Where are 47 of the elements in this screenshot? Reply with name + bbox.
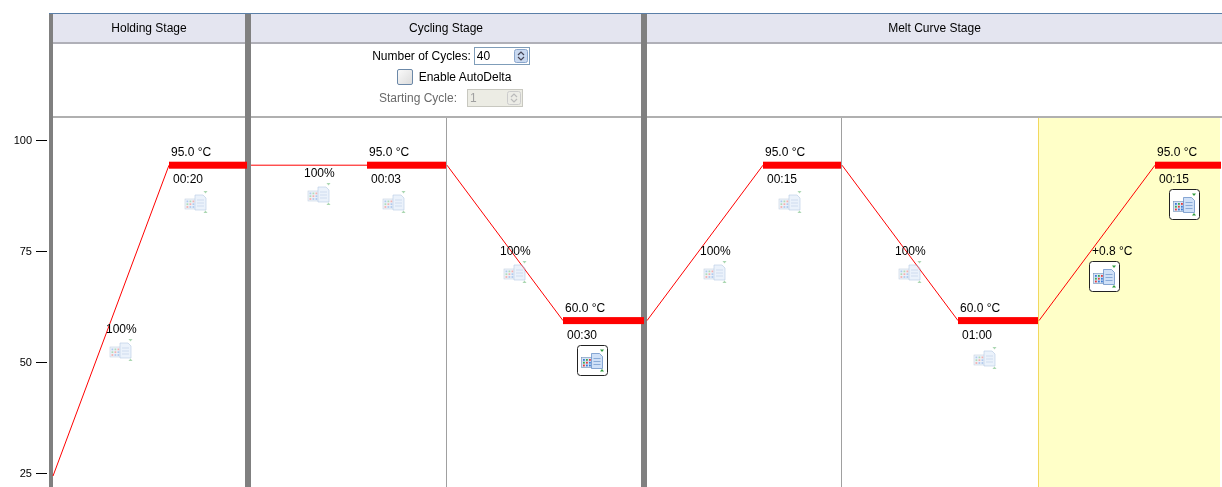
hold-time-label[interactable]: 00:20 [173, 172, 204, 187]
hold-bar[interactable] [958, 317, 1039, 325]
hold-bar[interactable] [563, 317, 644, 325]
hold-bar[interactable] [169, 161, 247, 169]
hold-time-label[interactable]: 00:30 [567, 327, 598, 342]
temperature-label[interactable]: 95.0 °C [1157, 145, 1198, 160]
ramp-rate-label[interactable]: 100% [304, 166, 335, 181]
temperature-label[interactable]: 60.0 °C [960, 300, 1001, 315]
ramp-line[interactable] [646, 164, 764, 322]
temperature-label[interactable]: 95.0 °C [765, 145, 806, 160]
data-collection-icon[interactable] [1089, 260, 1120, 292]
data-collection-icon[interactable] [577, 344, 608, 376]
hold-time-label[interactable]: 01:00 [962, 327, 993, 342]
ramp-line[interactable] [250, 164, 368, 166]
ramp-line[interactable] [841, 164, 959, 322]
checkbox[interactable] [396, 69, 413, 85]
axis-label: 50 [18, 356, 32, 368]
spin-arrows-icon[interactable] [513, 49, 528, 63]
axis-tick [36, 251, 47, 252]
axis-tick [36, 362, 47, 363]
hold-time-label[interactable]: 00:03 [371, 172, 402, 187]
starting-cycle-label: Starting Cycle: [379, 90, 457, 107]
hold-time-label[interactable]: 00:15 [767, 172, 798, 187]
stage-header: Holding Stage [53, 14, 245, 44]
axis-label: 75 [18, 245, 32, 257]
checkbox-label: Enable AutoDelta [418, 69, 512, 86]
data-collection-icon[interactable] [1169, 189, 1200, 221]
ramp-rate-label[interactable]: +0.8 °C [1092, 243, 1133, 258]
stage-header: Cycling Stage [251, 14, 641, 44]
ramp-line[interactable] [52, 164, 170, 477]
axis-label: 25 [18, 467, 32, 479]
ramp-rate-label[interactable]: 100% [700, 243, 731, 258]
hold-bar[interactable] [367, 161, 446, 169]
temperature-label[interactable]: 95.0 °C [369, 145, 410, 160]
step-column[interactable]: +0.8 °C 95.0 °C 00:15 [1038, 118, 1220, 487]
axis-label: 100 [12, 134, 32, 146]
hold-time-label[interactable]: 00:15 [1159, 172, 1190, 187]
axis-tick [36, 140, 47, 141]
axis-tick [36, 473, 47, 474]
ramp-rate-label[interactable]: 100% [106, 321, 137, 336]
stage-header: Melt Curve Stage [647, 14, 1222, 44]
hold-bar[interactable] [763, 161, 841, 169]
temperature-label[interactable]: 95.0 °C [171, 145, 212, 160]
temperature-label[interactable]: 60.0 °C [565, 300, 606, 315]
cycles-label: Number of Cycles: [372, 48, 471, 65]
ramp-line[interactable] [446, 164, 564, 322]
hold-bar[interactable] [1155, 161, 1221, 169]
